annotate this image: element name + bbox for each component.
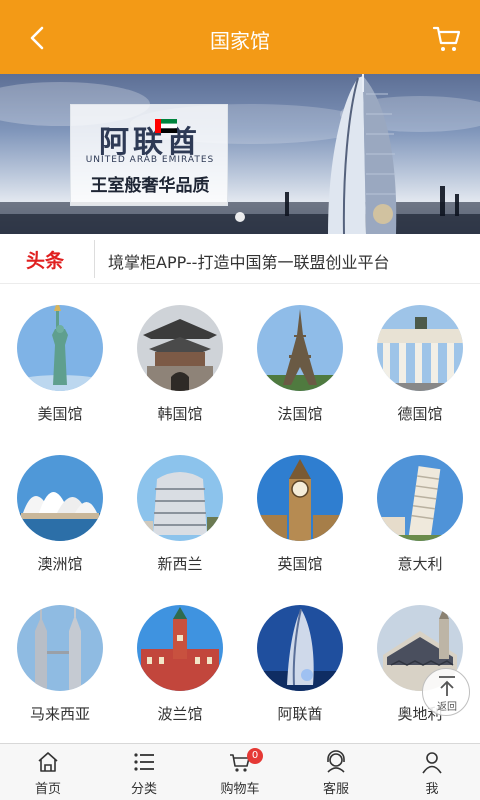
tab-service[interactable]: 客服 — [288, 744, 384, 800]
pavilion-malaysia[interactable]: 马来西亚 — [0, 585, 120, 735]
banner-slogan: 王室般奢华品质 — [90, 176, 210, 196]
banner-title-en: UNITED ARAB EMIRATES — [85, 155, 215, 165]
tab-label: 分类 — [130, 782, 157, 797]
tab-label: 购物车 — [220, 782, 260, 797]
back-to-top-label: 返回 — [437, 702, 457, 713]
pavilion-uk[interactable]: 英国馆 — [240, 435, 360, 585]
leaning-tower-pisa-image — [377, 455, 463, 541]
pavilion-label: 韩国馆 — [157, 405, 203, 423]
home-icon — [38, 752, 58, 772]
pavilion-label: 波兰馆 — [157, 705, 203, 723]
arrow-up-icon — [439, 676, 455, 696]
pavilion-label: 新西兰 — [157, 555, 203, 573]
slide-indicator-dot[interactable] — [235, 212, 245, 222]
pavilion-label: 阿联酋 — [277, 705, 323, 723]
burj-al-arab-thumb-image — [257, 605, 343, 691]
headline-text[interactable]: 境掌柜APP--打造中国第一联盟创业平台 — [108, 249, 389, 273]
bottom-tab-bar: 首页 分类 0 购物车 客服 我 — [0, 743, 480, 800]
top-bar: 国家馆 — [0, 0, 480, 74]
pavilion-label: 意大利 — [397, 555, 443, 573]
tab-label: 首页 — [34, 782, 61, 797]
warsaw-castle-image — [137, 605, 223, 691]
pavilion-italy[interactable]: 意大利 — [360, 435, 480, 585]
tab-home[interactable]: 首页 — [0, 744, 96, 800]
pavilion-usa[interactable]: 美国馆 — [0, 285, 120, 435]
uae-flag-icon — [155, 119, 177, 133]
pavilion-label: 马来西亚 — [29, 705, 90, 723]
cart-icon[interactable] — [432, 24, 462, 54]
sydney-opera-house-image — [17, 455, 103, 541]
korean-gate-image — [137, 305, 223, 391]
beehive-building-image — [137, 455, 223, 541]
promo-banner[interactable]: 阿联酋 UNITED ARAB EMIRATES 王室般奢华品质 — [0, 74, 480, 234]
petronas-towers-image — [17, 605, 103, 691]
headline-bar[interactable]: 头条 境掌柜APP--打造中国第一联盟创业平台 — [0, 234, 480, 284]
pavilion-label: 美国馆 — [37, 405, 83, 423]
pavilion-label: 英国馆 — [277, 555, 323, 573]
uae-sign: 阿联酋 UNITED ARAB EMIRATES 王室般奢华品质 — [70, 104, 228, 206]
pavilion-australia[interactable]: 澳洲馆 — [0, 435, 120, 585]
tab-label: 客服 — [322, 782, 349, 797]
brandenburg-gate-image — [377, 305, 463, 391]
pavilion-france[interactable]: 法国馆 — [240, 285, 360, 435]
tab-me[interactable]: 我 — [384, 744, 480, 800]
list-icon — [134, 753, 154, 771]
headline-tag: 头条 — [26, 250, 65, 272]
eiffel-tower-image — [257, 305, 343, 391]
tab-category[interactable]: 分类 — [96, 744, 192, 800]
pavilion-korea[interactable]: 韩国馆 — [120, 285, 240, 435]
pavilion-label: 澳洲馆 — [37, 555, 83, 573]
pavilion-poland[interactable]: 波兰馆 — [120, 585, 240, 735]
pavilion-new-zealand[interactable]: 新西兰 — [120, 435, 240, 585]
page-title: 国家馆 — [210, 29, 270, 53]
back-to-top-button[interactable]: 返回 — [422, 668, 470, 716]
headset-icon — [327, 750, 345, 773]
cart-count-badge: 0 — [247, 748, 263, 764]
pavilion-label: 德国馆 — [397, 405, 443, 423]
big-ben-image — [257, 455, 343, 541]
pavilion-grid: 美国馆 韩国馆 法国馆 德国馆 澳洲馆 新西兰 英国馆 意大利 马来西亚 波兰馆… — [0, 285, 480, 743]
burj-al-arab-image — [328, 74, 397, 234]
tab-label: 我 — [425, 782, 439, 797]
pavilion-label: 法国馆 — [277, 405, 323, 423]
pavilion-germany[interactable]: 德国馆 — [360, 285, 480, 435]
statue-of-liberty-image — [17, 305, 103, 391]
pavilion-uae[interactable]: 阿联酋 — [240, 585, 360, 735]
tab-cart[interactable]: 0 购物车 — [192, 744, 288, 800]
user-icon — [422, 752, 442, 774]
divider — [94, 240, 95, 278]
